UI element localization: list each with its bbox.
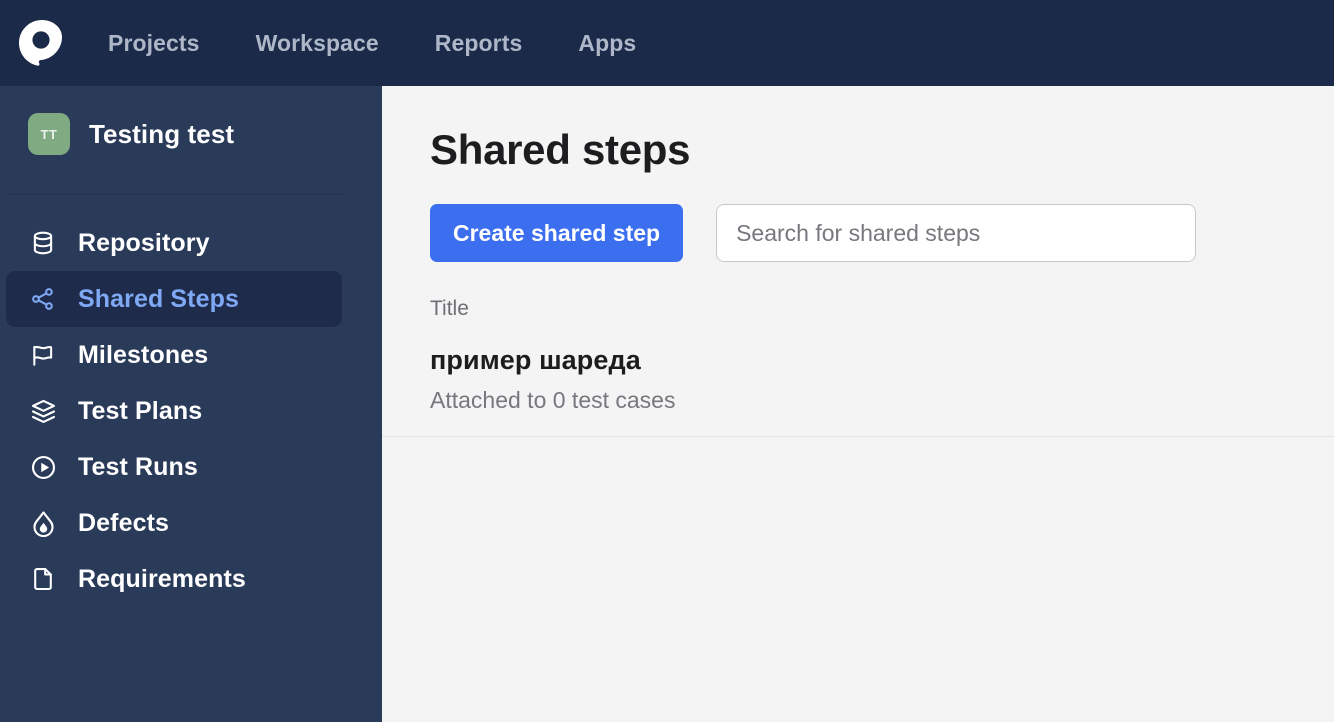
sidebar-item-milestones[interactable]: Milestones	[6, 327, 342, 383]
project-selector[interactable]: TT Testing test	[0, 86, 382, 182]
sidebar-item-test-runs[interactable]: Test Runs	[6, 439, 342, 495]
app-root: Projects Workspace Reports Apps TT Testi…	[0, 0, 1334, 722]
project-avatar: TT	[28, 113, 70, 155]
project-name: Testing test	[89, 118, 235, 149]
share-nodes-icon	[28, 284, 58, 314]
sidebar-item-label: Shared Steps	[78, 284, 239, 313]
sidebar-item-repository[interactable]: Repository	[6, 215, 342, 271]
flag-icon	[28, 340, 58, 370]
sidebar-item-label: Test Runs	[78, 452, 198, 481]
create-shared-step-button[interactable]: Create shared step	[430, 204, 684, 262]
top-nav-item-reports[interactable]: Reports	[407, 30, 551, 57]
play-circle-icon	[28, 452, 58, 482]
sidebar-item-label: Requirements	[78, 564, 246, 593]
sidebar-item-test-plans[interactable]: Test Plans	[6, 383, 342, 439]
top-nav-item-apps[interactable]: Apps	[550, 30, 664, 57]
main-content: Shared steps Create shared step Title пр…	[382, 86, 1334, 722]
top-nav-item-workspace[interactable]: Workspace	[228, 30, 407, 57]
list-item-subtitle: Attached to 0 test cases	[430, 387, 676, 413]
sidebar-nav: Repository Shared Steps Milestones Test …	[0, 215, 382, 607]
shared-steps-list: пример шареда Attached to 0 test cases	[382, 345, 1334, 437]
aqua-logo-icon[interactable]	[16, 17, 68, 69]
top-nav-item-projects[interactable]: Projects	[80, 30, 228, 57]
sidebar-item-requirements[interactable]: Requirements	[6, 551, 342, 607]
sidebar-item-label: Milestones	[78, 340, 209, 369]
sidebar-item-shared-steps[interactable]: Shared Steps	[6, 271, 342, 327]
toolbar: Create shared step	[430, 204, 1334, 262]
flame-icon	[28, 508, 58, 538]
list-item[interactable]: пример шареда Attached to 0 test cases	[382, 345, 1334, 437]
search-input[interactable]	[716, 204, 1197, 262]
sidebar-item-label: Defects	[78, 508, 170, 537]
layers-icon	[28, 396, 58, 426]
column-header-title: Title	[430, 297, 469, 320]
sidebar-item-label: Repository	[78, 228, 210, 257]
database-icon	[28, 228, 58, 258]
top-nav-items: Projects Workspace Reports Apps	[80, 30, 664, 57]
sidebar: TT Testing test Repository Shared Steps …	[0, 86, 382, 722]
list-item-title: пример шареда	[430, 345, 641, 375]
sidebar-divider	[6, 194, 344, 195]
sidebar-item-defects[interactable]: Defects	[6, 495, 342, 551]
file-icon	[28, 564, 58, 594]
top-navigation-bar: Projects Workspace Reports Apps	[0, 0, 1334, 86]
sidebar-item-label: Test Plans	[78, 396, 203, 425]
page-title: Shared steps	[430, 126, 691, 173]
